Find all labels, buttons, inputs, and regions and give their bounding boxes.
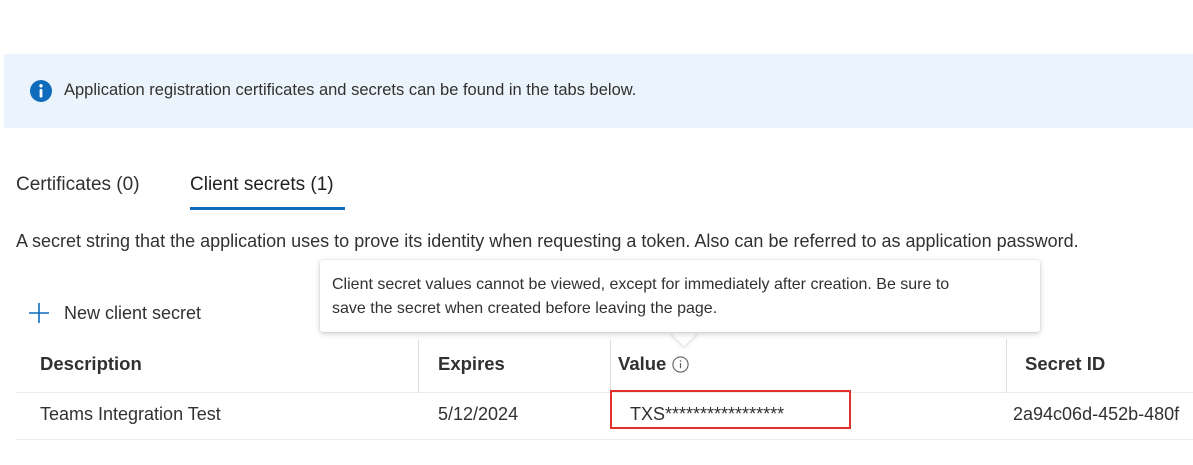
selected-tab-indicator [190,207,345,210]
secrets-description: A secret string that the application use… [16,231,1079,251]
secret-expires-cell: 5/12/2024 [438,404,519,424]
column-header-description[interactable]: Description [40,353,142,375]
tooltip-line-1: Client secret values cannot be viewed, e… [332,276,950,293]
column-header-expires[interactable]: Expires [438,353,505,375]
column-divider[interactable] [418,339,419,393]
secret-description-cell: Teams Integration Test [40,404,221,424]
tab-client-secrets[interactable]: Client secrets (1) [190,174,334,196]
secret-id-cell[interactable]: 2a94c06d-452b-480f [1013,404,1179,425]
table-header-row [16,339,1193,393]
column-header-value[interactable]: Value [618,353,689,375]
value-tooltip: Client secret values cannot be viewed, e… [320,260,1040,332]
tab-certificates[interactable]: Certificates (0) [16,174,140,196]
column-divider[interactable] [1006,339,1007,393]
column-divider[interactable] [610,339,611,393]
info-icon [30,80,52,102]
banner-message: Application registration certificates an… [64,81,637,99]
info-icon[interactable] [672,355,689,373]
tooltip-line-2: save the secret when created before leav… [332,300,718,317]
new-client-secret-button[interactable]: New client secret [28,299,201,327]
column-header-secret-id[interactable]: Secret ID [1025,353,1105,375]
plus-icon [29,303,49,323]
value-highlight-box [610,390,851,429]
column-header-value-label: Value [618,353,667,374]
new-client-secret-label: New client secret [64,302,202,323]
